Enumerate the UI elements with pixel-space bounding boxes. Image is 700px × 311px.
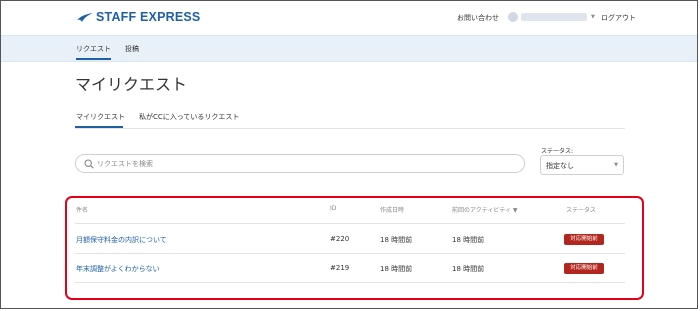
swoosh-icon bbox=[77, 12, 93, 22]
column-header-created[interactable]: 作成日時 bbox=[380, 205, 404, 214]
search-input[interactable] bbox=[97, 158, 497, 169]
user-name-blurred[interactable] bbox=[521, 13, 587, 21]
tabs-divider bbox=[75, 128, 625, 129]
request-subject-link[interactable]: 月額保守料金の内訳について bbox=[76, 235, 167, 245]
status-filter-label: ステータス: bbox=[541, 148, 574, 155]
column-header-last-activity[interactable]: 前回のアクティビティ ▼ bbox=[452, 205, 518, 214]
request-id: #220 bbox=[330, 235, 350, 243]
status-filter-select[interactable]: 指定なし ▼ bbox=[540, 155, 624, 175]
tab-my-requests[interactable]: マイリクエスト bbox=[76, 112, 125, 122]
tab-cc-requests[interactable]: 私がCCに入っているリクエスト bbox=[139, 112, 239, 122]
request-created: 18 時間前 bbox=[380, 265, 413, 273]
status-filter-value: 指定なし bbox=[546, 162, 574, 170]
search-icon bbox=[84, 159, 94, 169]
chevron-down-icon: ▼ bbox=[614, 162, 618, 168]
top-header: STAFF EXPRESS お問い合わせ ▼ ログアウト bbox=[1, 1, 697, 35]
nav-item-requests[interactable]: リクエスト bbox=[76, 44, 111, 54]
search-box[interactable] bbox=[75, 154, 525, 173]
column-header-id[interactable]: ID bbox=[330, 205, 336, 212]
status-badge: 対応開始前 bbox=[564, 263, 604, 274]
request-last-activity: 18 時間前 bbox=[452, 265, 485, 273]
brand-name: STAFF EXPRESS bbox=[96, 10, 201, 24]
request-last-activity: 18 時間前 bbox=[452, 236, 485, 244]
nav-item-post[interactable]: 投稿 bbox=[125, 44, 139, 54]
requests-table-highlight bbox=[65, 196, 644, 300]
main-nav: リクエスト 投稿 bbox=[1, 35, 697, 62]
request-created: 18 時間前 bbox=[380, 236, 413, 244]
nav-active-indicator bbox=[76, 58, 111, 60]
page-title: マイリクエスト bbox=[75, 75, 188, 94]
user-avatar[interactable] bbox=[508, 12, 518, 22]
request-subject-link[interactable]: 年末調整がよくわからない bbox=[76, 264, 160, 274]
chevron-down-icon[interactable]: ▼ bbox=[591, 14, 595, 20]
brand-logo[interactable]: STAFF EXPRESS bbox=[77, 10, 200, 24]
request-id: #219 bbox=[330, 264, 350, 272]
logout-link[interactable]: ログアウト bbox=[601, 13, 636, 23]
table-divider bbox=[75, 223, 625, 224]
column-header-status[interactable]: ステータス bbox=[566, 205, 596, 214]
table-divider bbox=[75, 282, 625, 283]
contact-link[interactable]: お問い合わせ bbox=[457, 13, 499, 23]
status-badge: 対応開始前 bbox=[564, 234, 604, 245]
table-divider bbox=[75, 253, 625, 254]
column-header-subject[interactable]: 件名 bbox=[76, 205, 88, 214]
